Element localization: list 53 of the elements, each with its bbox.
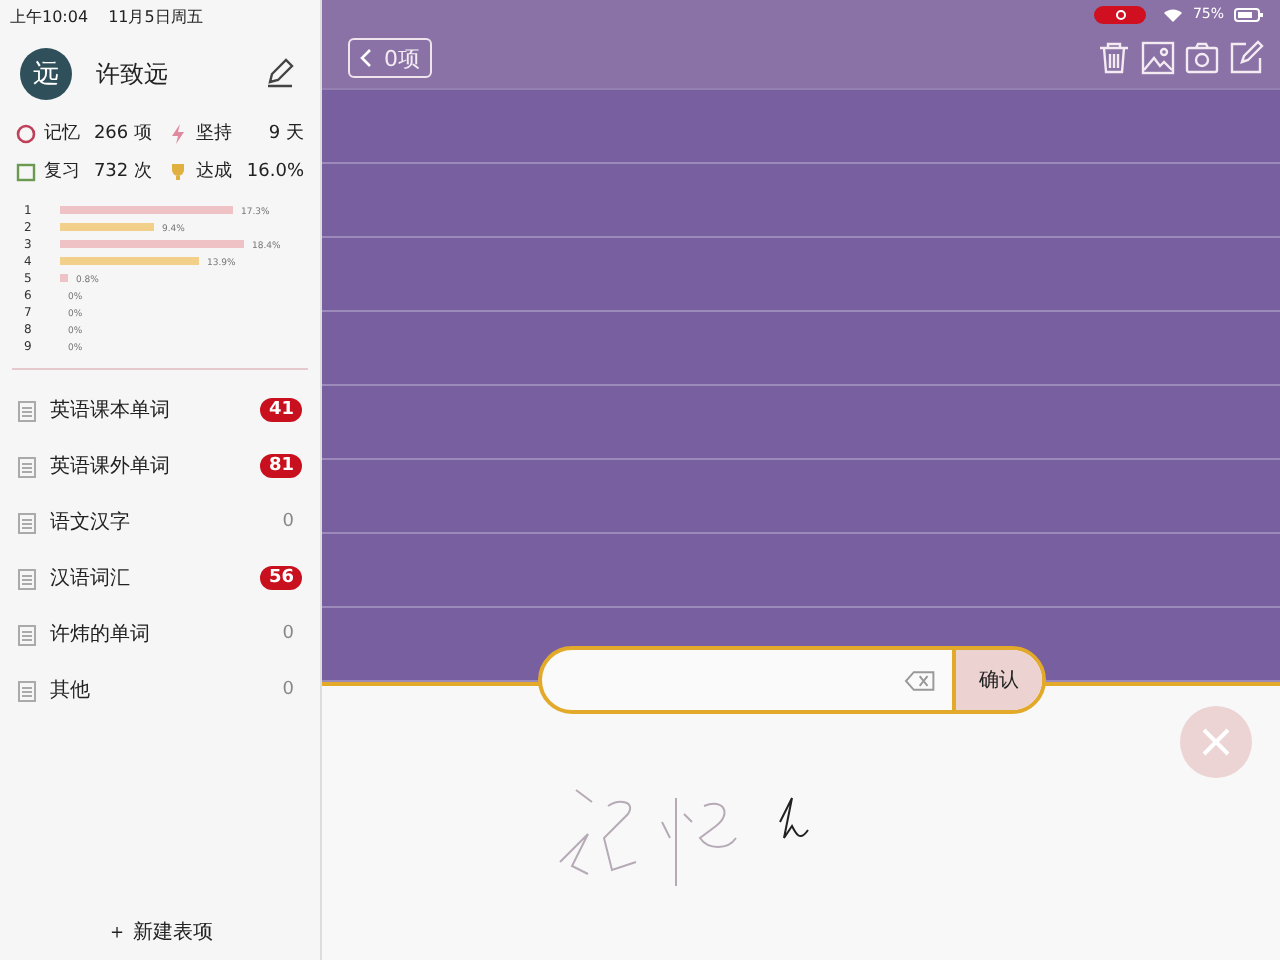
battery-icon bbox=[1234, 7, 1264, 21]
user-name: 许致远 bbox=[96, 57, 168, 91]
stat-value: 16.0% bbox=[246, 161, 304, 181]
list-name: 语文汉字 bbox=[50, 509, 130, 536]
list-item[interactable]: 汉语词汇 56 bbox=[12, 550, 308, 606]
stat-value: 266 项 bbox=[93, 122, 152, 146]
back-button[interactable]: 0项 bbox=[348, 38, 432, 78]
stat-value: 9 天 bbox=[268, 122, 304, 146]
trophy-icon bbox=[168, 161, 188, 181]
delete-icon[interactable] bbox=[904, 669, 936, 691]
stat-value: 732 次 bbox=[93, 159, 152, 184]
list-name: 其他 bbox=[50, 677, 90, 704]
lightning-icon bbox=[168, 123, 188, 143]
clipboard-icon bbox=[18, 511, 36, 533]
wifi-icon bbox=[1164, 7, 1183, 21]
clipboard-icon bbox=[18, 399, 36, 421]
list-item[interactable]: 其他 0 bbox=[12, 662, 308, 718]
trash-icon[interactable] bbox=[1096, 40, 1132, 76]
camera-icon[interactable] bbox=[1184, 40, 1220, 76]
clipboard-icon bbox=[18, 623, 36, 645]
list-item[interactable]: 英语课外单词 81 bbox=[12, 438, 308, 494]
avatar[interactable]: 远 bbox=[20, 48, 72, 100]
confirm-button[interactable]: 确认 bbox=[951, 650, 1042, 710]
count-badge: 56 bbox=[260, 566, 302, 590]
new-list-button[interactable]: ＋ 新建表项 bbox=[94, 916, 226, 948]
stat-label: 坚持 bbox=[196, 121, 232, 146]
count-badge: 81 bbox=[260, 454, 302, 478]
count-label: 0 bbox=[280, 678, 296, 702]
chevron-left-icon bbox=[360, 48, 372, 68]
count-label: 0 bbox=[280, 510, 296, 534]
list-name: 汉语词汇 bbox=[50, 566, 130, 592]
answer-field[interactable]: 确认 bbox=[538, 646, 1046, 714]
chart-bar bbox=[60, 223, 154, 231]
clipboard-icon bbox=[18, 455, 36, 477]
stat-label: 记忆 bbox=[44, 121, 80, 146]
status-date: 11月5日周五 bbox=[108, 5, 203, 27]
image-icon[interactable] bbox=[1140, 40, 1176, 76]
stat-label: 复习 bbox=[44, 159, 80, 184]
list-item[interactable]: 语文汉字 0 bbox=[12, 494, 308, 550]
clipboard-icon bbox=[18, 679, 36, 701]
clipboard-icon bbox=[18, 567, 36, 589]
status-time: 上午10:04 bbox=[10, 5, 89, 27]
count-label: 0 bbox=[280, 622, 296, 646]
chart-bar bbox=[60, 257, 199, 265]
count-badge: 41 bbox=[260, 398, 302, 422]
close-icon bbox=[1200, 726, 1232, 758]
list-name: 英语课本单词 bbox=[50, 397, 170, 424]
stat-label: 达成 bbox=[196, 159, 232, 184]
list-item[interactable]: 许炜的单词 0 bbox=[12, 606, 308, 662]
list-name: 英语课外单词 bbox=[50, 453, 170, 480]
chart-bar bbox=[60, 274, 68, 282]
list-name: 许炜的单词 bbox=[50, 621, 150, 648]
list-item[interactable]: 英语课本单词 41 bbox=[12, 382, 308, 438]
